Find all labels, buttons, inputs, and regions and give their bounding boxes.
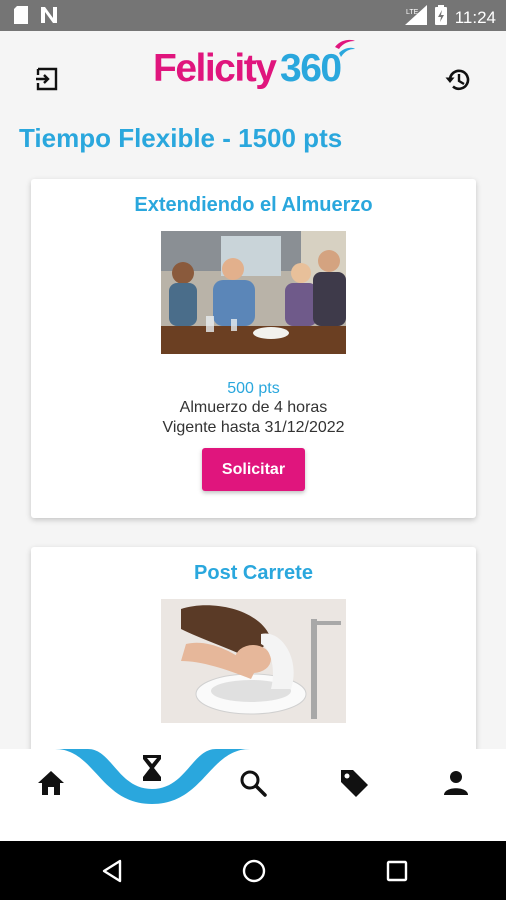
card-title: Post Carrete <box>194 562 313 584</box>
reward-image-lunch <box>161 231 346 354</box>
home-button[interactable] <box>241 858 267 884</box>
network-label: LTE <box>406 9 419 16</box>
battery-icon <box>434 5 447 30</box>
status-bar: LTE 11:24 <box>0 0 506 31</box>
bottom-navigation <box>0 749 506 841</box>
solicitar-button[interactable]: Solicitar <box>202 448 305 491</box>
logo-swirl-icon <box>335 39 355 57</box>
back-triangle-icon <box>102 859 122 883</box>
clock: 11:24 <box>454 7 496 27</box>
nav-home[interactable] <box>31 763 71 803</box>
android-navigation-bar <box>0 841 506 900</box>
logo-text-felicity: Felicity <box>153 47 277 90</box>
notification-n-icon <box>40 6 58 29</box>
card-title: Extendiendo el Almuerzo <box>134 194 373 216</box>
nav-tags[interactable] <box>334 763 374 803</box>
hourglass-icon <box>143 755 161 781</box>
reward-validity: Vigente hasta 31/12/2022 <box>162 419 345 436</box>
nav-search[interactable] <box>233 763 273 803</box>
reward-image-post-party <box>161 599 346 723</box>
sd-card-icon <box>14 6 28 29</box>
reward-card: Extendiendo el Almuerzo 500 pts Almuerzo… <box>31 179 476 518</box>
tag-icon <box>341 770 368 797</box>
signal-icon: LTE <box>404 5 427 30</box>
logout-icon <box>36 67 58 91</box>
logout-button[interactable] <box>34 65 62 93</box>
recents-square-icon <box>386 860 408 882</box>
recents-button[interactable] <box>384 858 410 884</box>
felicity360-logo: Felicity 360 <box>153 37 358 101</box>
history-button[interactable] <box>444 65 474 95</box>
person-icon <box>444 771 468 795</box>
nav-profile[interactable] <box>436 763 476 803</box>
reward-description: Almuerzo de 4 horas <box>179 399 328 416</box>
reward-points: 500 pts <box>227 380 280 397</box>
reward-card: Post Carrete <box>31 547 476 777</box>
history-icon <box>445 69 470 91</box>
nav-tiempo-flexible[interactable] <box>126 749 178 787</box>
home-icon <box>38 771 64 795</box>
app-header: Felicity 360 <box>0 31 506 123</box>
back-button[interactable] <box>99 858 125 884</box>
page-title: Tiempo Flexible - 1500 pts <box>19 123 343 153</box>
home-circle-icon <box>242 859 266 883</box>
search-icon <box>240 770 267 797</box>
